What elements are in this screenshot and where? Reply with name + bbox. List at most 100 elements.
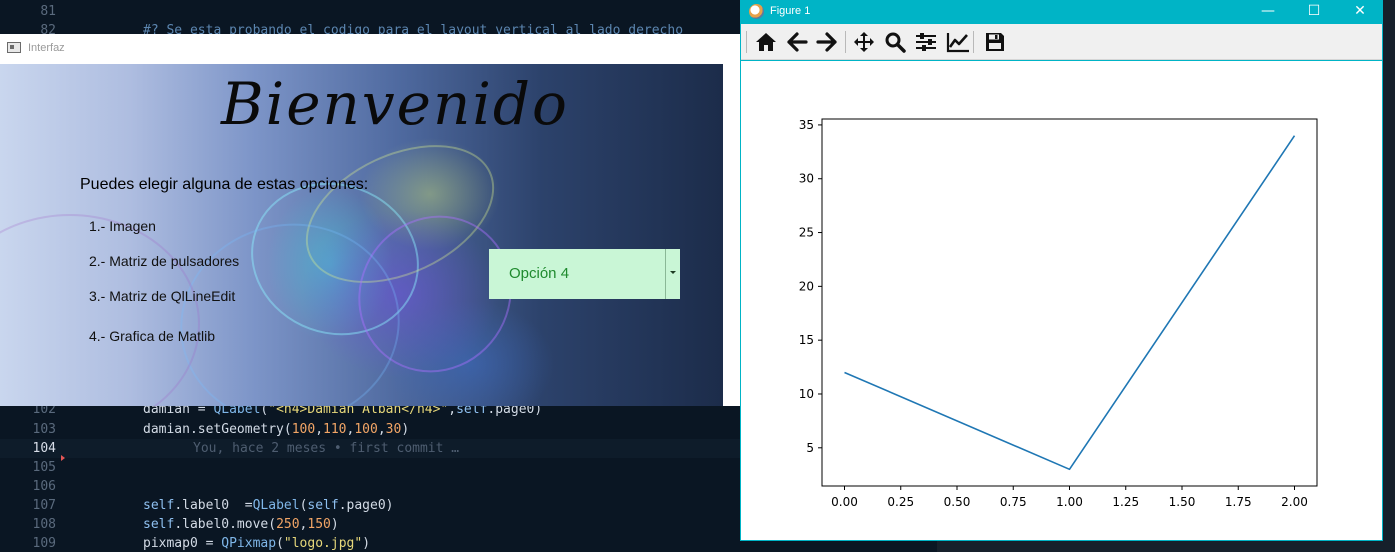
option-label-4: 4.- Grafica de Matlib (89, 328, 216, 344)
window-app-icon (7, 42, 21, 53)
line-number: 107 (32, 498, 56, 513)
combobox-dropdown-button[interactable] (665, 249, 680, 299)
option-combobox[interactable]: Opción 4 (489, 249, 680, 299)
interfaz-window: Interfaz Bienvenido Puedes elegir alguna… (0, 34, 741, 406)
x-tick-label: 0.25 (887, 495, 914, 509)
figure-titlebar[interactable]: Figure 1 — ☐ ✕ (740, 0, 1383, 24)
code-token: 110 (323, 422, 347, 437)
combobox-value: Opción 4 (509, 265, 570, 282)
code-text: damian.setGeometry(100,110,100,30) (143, 420, 409, 439)
code-token: 30 (385, 422, 402, 437)
git-change-marker (61, 455, 65, 461)
code-token: 100 (291, 422, 316, 437)
chevron-down-icon (670, 271, 676, 274)
y-tick-label: 25 (799, 226, 814, 240)
line-number: 109 (32, 536, 56, 551)
code-token: , (315, 422, 324, 437)
pan-icon (854, 32, 874, 52)
code-token: 250 (276, 517, 300, 532)
toolbar-separator (845, 31, 846, 53)
x-tick-label: 1.00 (1056, 495, 1083, 509)
code-token: .page0) (338, 498, 394, 513)
forward-button[interactable] (813, 29, 841, 55)
save-icon (986, 33, 1004, 51)
background-swirl (0, 214, 200, 406)
window-title: Interfaz (28, 42, 65, 54)
code-token: "logo.jpg" (283, 536, 363, 551)
code-token: .label0 = (174, 498, 253, 513)
figure-toolbar (741, 24, 1382, 60)
forward-icon (816, 32, 837, 52)
pan-button[interactable] (850, 29, 878, 55)
close-button[interactable]: ✕ (1337, 0, 1383, 24)
plot-area-frame (821, 118, 1318, 487)
maximize-button[interactable]: ☐ (1291, 0, 1337, 24)
x-tick-label: 1.25 (1112, 495, 1139, 509)
line-number: 106 (32, 479, 56, 494)
interfaz-titlebar[interactable]: Interfaz (0, 34, 741, 64)
x-tick-label: 1.50 (1169, 495, 1196, 509)
line-number: 103 (32, 422, 56, 437)
code-token: ) (362, 536, 371, 551)
toolbar-separator (973, 31, 974, 53)
y-tick-label: 30 (799, 172, 814, 186)
code-text: self.label0.move(250,150) (143, 515, 339, 534)
code-token: QLabel (252, 498, 300, 513)
code-token: pixmap0 = (143, 536, 222, 551)
figure-title: Figure 1 (770, 5, 811, 17)
code-token: .label0.move( (174, 517, 277, 532)
zoom-icon (885, 32, 906, 53)
options-prompt: Puedes elegir alguna de estas opciones: (80, 176, 369, 193)
code-text: self.label0 =QLabel(self.page0) (143, 496, 394, 515)
code-token: self (143, 498, 175, 513)
y-tick-label: 15 (799, 333, 814, 347)
welcome-panel: Bienvenido Puedes elegir alguna de estas… (0, 64, 723, 406)
x-tick-label: 2.00 (1281, 495, 1308, 509)
matplotlib-logo-icon (749, 4, 764, 19)
line-number: 108 (32, 517, 56, 532)
y-tick-label: 5 (806, 441, 814, 455)
git-blame-annotation: You, hace 2 meses • first commit … (193, 441, 460, 456)
toolbar-separator (746, 31, 747, 53)
option-label-2: 2.- Matriz de pulsadores (89, 253, 240, 269)
code-text: pixmap0 = QPixmap("logo.jpg") (143, 534, 370, 552)
edit-axis-button[interactable] (943, 29, 971, 55)
home-button[interactable] (752, 29, 780, 55)
code-token: QPixmap (221, 536, 277, 551)
code-token: 150 (307, 517, 331, 532)
code-token: ) (401, 422, 410, 437)
x-tick-label: 0.50 (944, 495, 971, 509)
figure-canvas[interactable]: 0.00 0.25 0.50 0.75 1.00 1.25 1.50 1.75 2.00 5 10 1… (741, 61, 1382, 540)
option-label-3: 3.- Matriz de QlLineEdit (89, 288, 236, 304)
back-button[interactable] (783, 29, 811, 55)
y-tick-label: 20 (799, 279, 814, 293)
edit-axis-icon (946, 33, 969, 53)
x-tick-label: 1.75 (1225, 495, 1252, 509)
code-token: damian.setGeometry( (143, 422, 292, 437)
window-edge (723, 64, 741, 406)
code-token: self (307, 498, 339, 513)
line-number: 104 (32, 441, 56, 456)
line-chart: 0.00 0.25 0.50 0.75 1.00 1.25 1.50 1.75 2.00 5 10 1… (799, 118, 1318, 509)
figure-window: Figure 1 — ☐ ✕ 0.00 0.25 0.50 0.75 1.00 … (740, 0, 1383, 541)
y-tick-label: 10 (799, 387, 814, 401)
code-token: 100 (354, 422, 378, 437)
back-icon (787, 32, 808, 52)
y-tick-label: 35 (799, 118, 814, 132)
code-token: ) (330, 517, 339, 532)
welcome-heading: Bienvenido (221, 70, 569, 138)
x-tick-label: 0.75 (1000, 495, 1027, 509)
code-token: ( (276, 536, 284, 551)
home-icon (756, 33, 776, 51)
configure-subplots-icon (916, 33, 936, 51)
minimize-button[interactable]: — (1245, 0, 1291, 24)
x-tick-label: 0.00 (831, 495, 858, 509)
code-token: self (143, 517, 175, 532)
option-label-1: 1.- Imagen (89, 218, 156, 234)
save-button[interactable] (981, 29, 1009, 55)
configure-subplots-button[interactable] (912, 29, 940, 55)
line-number: 105 (32, 460, 56, 475)
zoom-button[interactable] (881, 29, 909, 55)
line-number: 81 (40, 4, 56, 19)
code-token: , (377, 422, 386, 437)
